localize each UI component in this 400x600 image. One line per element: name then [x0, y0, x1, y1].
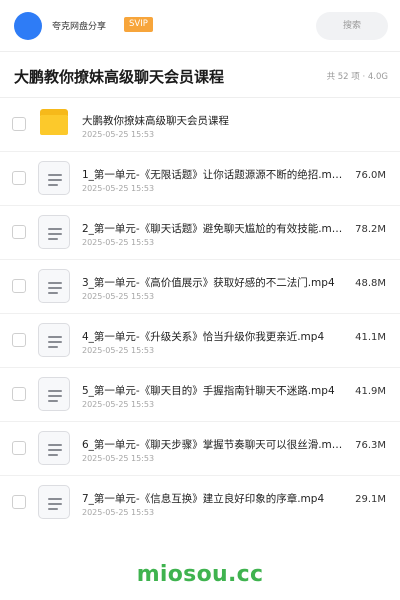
app-name: 夸克网盘分享 [52, 22, 107, 32]
row-checkbox[interactable] [12, 333, 26, 347]
item-size: 76.0M [355, 170, 386, 181]
file-list: 大鹏教你撩妹高级聊天会员课程 2025-05-25 15:53 1_第一单元-《… [0, 98, 400, 530]
list-item[interactable]: 6_第一单元-《聊天步骤》掌握节奏聊天可以很丝滑.mp4 2025-05-25 … [0, 422, 400, 476]
item-name: 3_第一单元-《高价值展示》获取好感的不二法门.mp4 [82, 277, 335, 289]
item-name: 2_第一单元-《聊天话题》避免聊天尴尬的有效技能.mp4 [82, 223, 344, 235]
item-size: 41.9M [355, 386, 386, 397]
item-name: 5_第一单元-《聊天目的》手握指南针聊天不迷路.mp4 [82, 385, 335, 397]
item-size: 29.1M [355, 494, 386, 505]
list-item[interactable]: 7_第一单元-《信息互换》建立良好印象的序章.mp4 2025-05-25 15… [0, 476, 400, 530]
row-checkbox[interactable] [12, 441, 26, 455]
row-checkbox[interactable] [12, 171, 26, 185]
list-item-folder[interactable]: 大鹏教你撩妹高级聊天会员课程 2025-05-25 15:53 [0, 98, 400, 152]
search-input[interactable]: 搜索 [316, 12, 388, 40]
item-size: 76.3M [355, 440, 386, 451]
document-icon [38, 485, 70, 519]
document-icon [38, 269, 70, 303]
row-checkbox[interactable] [12, 495, 26, 509]
item-date: 2025-05-25 15:53 [82, 400, 155, 409]
document-icon [38, 161, 70, 195]
list-item[interactable]: 5_第一单元-《聊天目的》手握指南针聊天不迷路.mp4 2025-05-25 1… [0, 368, 400, 422]
watermark: miosou.cc [136, 562, 264, 587]
list-item[interactable]: 4_第一单元-《升级关系》恰当升级你我更亲近.mp4 2025-05-25 15… [0, 314, 400, 368]
item-size: 48.8M [355, 278, 386, 289]
item-size: 41.1M [355, 332, 386, 343]
document-icon [38, 323, 70, 357]
svip-badge[interactable]: SVIP [124, 17, 153, 32]
document-icon [38, 215, 70, 249]
share-meta: 共 52 项 · 4.0G [326, 72, 388, 82]
share-header: 大鹏教你撩妹高级聊天会员课程 共 52 项 · 4.0G [0, 52, 400, 98]
item-name: 6_第一单元-《聊天步骤》掌握节奏聊天可以很丝滑.mp4 [82, 439, 344, 451]
item-size: 78.2M [355, 224, 386, 235]
page-title: 大鹏教你撩妹高级聊天会员课程 [14, 68, 225, 86]
list-item[interactable]: 2_第一单元-《聊天话题》避免聊天尴尬的有效技能.mp4 2025-05-25 … [0, 206, 400, 260]
item-date: 2025-05-25 15:53 [82, 292, 155, 301]
document-icon [38, 377, 70, 411]
item-date: 2025-05-25 15:53 [82, 346, 155, 355]
folder-icon [38, 107, 70, 141]
list-item[interactable]: 1_第一单元-《无限话题》让你话题源源不断的绝招.mp4 2025-05-25 … [0, 152, 400, 206]
item-date: 2025-05-25 15:53 [82, 508, 155, 517]
row-checkbox[interactable] [12, 117, 26, 131]
item-name: 7_第一单元-《信息互换》建立良好印象的序章.mp4 [82, 493, 325, 505]
item-date: 2025-05-25 15:53 [82, 130, 155, 139]
item-date: 2025-05-25 15:53 [82, 454, 155, 463]
avatar[interactable] [14, 12, 42, 40]
item-name: 1_第一单元-《无限话题》让你话题源源不断的绝招.mp4 [82, 169, 344, 181]
document-icon [38, 431, 70, 465]
item-name: 4_第一单元-《升级关系》恰当升级你我更亲近.mp4 [82, 331, 325, 343]
row-checkbox[interactable] [12, 387, 26, 401]
top-bar: 夸克网盘分享 SVIP 搜索 [0, 0, 400, 52]
row-checkbox[interactable] [12, 279, 26, 293]
row-checkbox[interactable] [12, 225, 26, 239]
item-name: 大鹏教你撩妹高级聊天会员课程 [82, 115, 229, 127]
item-date: 2025-05-25 15:53 [82, 238, 155, 247]
item-date: 2025-05-25 15:53 [82, 184, 155, 193]
list-item[interactable]: 3_第一单元-《高价值展示》获取好感的不二法门.mp4 2025-05-25 1… [0, 260, 400, 314]
